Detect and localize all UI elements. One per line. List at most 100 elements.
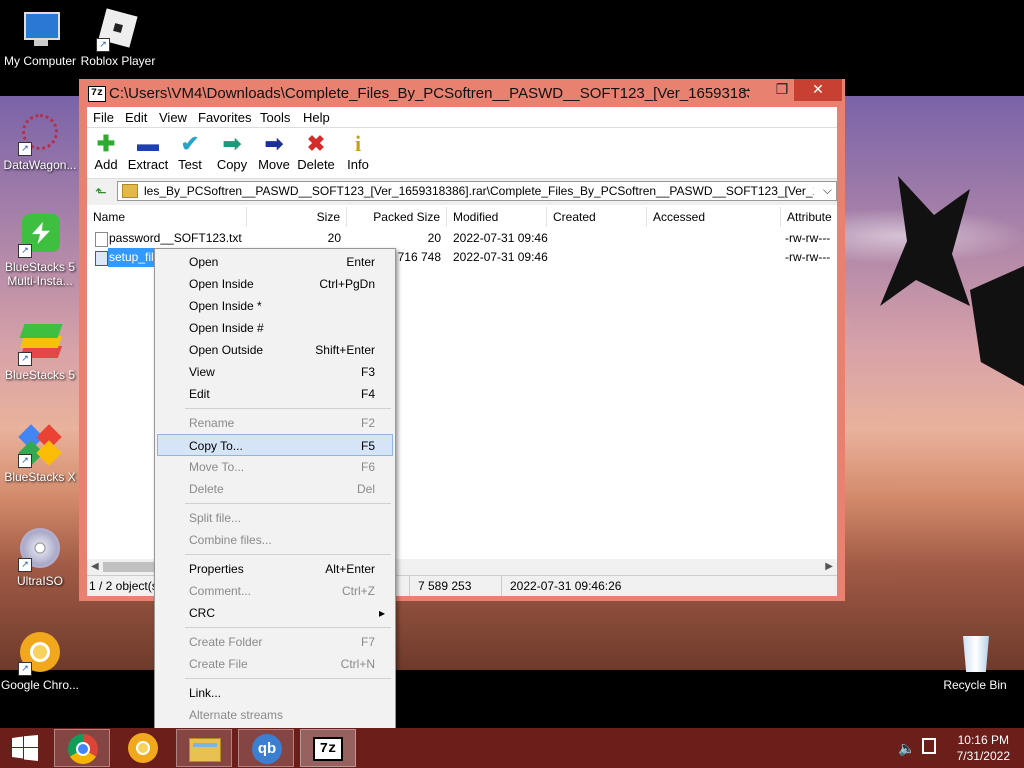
desktop-icon-roblox[interactable]: ↗ Roblox Player [78, 8, 158, 68]
file-modified: 2022-07-31 09:46 [453, 231, 548, 245]
taskbar-qbittorrent[interactable]: qb [238, 729, 294, 767]
menu-separator [185, 408, 391, 409]
add-button[interactable]: ✚ Add [83, 131, 129, 173]
menu-item-label: Comment... [189, 584, 252, 598]
desktop-icon-ultraiso[interactable]: ↗ UltraISO [0, 528, 80, 588]
menu-item-link[interactable]: Link... [157, 682, 393, 704]
menu-item-rename: Rename F2 [157, 412, 393, 434]
desktop-icon-bluestacks-5[interactable]: ↗ BlueStacks 5 [0, 322, 80, 382]
menu-item-open[interactable]: Open Enter [157, 251, 393, 273]
taskbar-chrome[interactable] [54, 729, 110, 767]
menu-item-copy-to[interactable]: Copy To... F5 [157, 434, 393, 456]
speaker-muted-icon[interactable]: 🔈 [898, 740, 915, 757]
wallpaper-rock [880, 176, 970, 306]
menu-separator [185, 503, 391, 504]
desktop-icon-bluestacks-multi[interactable]: ↗ BlueStacks 5 Multi-Insta... [0, 214, 80, 288]
up-folder-icon[interactable]: ⬑ [91, 183, 111, 201]
desktop-icon-label: UltraISO [16, 574, 63, 588]
menu-item-shortcut: Shift+Enter [315, 343, 375, 357]
column-header-packed-size[interactable]: Packed Size [347, 207, 447, 227]
column-header-attributes[interactable]: Attribute [781, 207, 837, 227]
status-selection: 1 / 2 object(s [89, 579, 158, 593]
menu-item-shortcut: F6 [360, 460, 375, 474]
copy-label: Copy [216, 157, 248, 172]
menu-tools[interactable]: Tools [260, 110, 290, 125]
file-modified: 2022-07-31 09:46 [453, 250, 548, 264]
taskbar: qb 7z 🔈 10:16 PM 7/31/2022 [0, 728, 1024, 768]
network-icon[interactable] [922, 738, 936, 754]
text-file-icon [95, 232, 108, 247]
menu-help[interactable]: Help [303, 110, 330, 125]
menu-favorites[interactable]: Favorites [198, 110, 251, 125]
table-row[interactable]: password__SOFT123.txt 20 20 2022-07-31 0… [87, 229, 837, 248]
menu-item-open-inside[interactable]: Open Inside Ctrl+PgDn [157, 273, 393, 295]
menu-item-open-inside-star[interactable]: Open Inside * [157, 295, 393, 317]
taskbar-chrome-canary[interactable] [115, 729, 171, 767]
7zip-app-icon[interactable]: 7z [88, 86, 106, 102]
desktop-icon-label: DataWagon... [3, 158, 77, 172]
menu-edit[interactable]: Edit [125, 110, 147, 125]
menu-item-open-inside-hash[interactable]: Open Inside # [157, 317, 393, 339]
desktop-icon-datawagon[interactable]: ↗ DataWagon... [0, 112, 80, 172]
menu-bar: File Edit View Favorites Tools Help [87, 107, 837, 128]
clock-date: 7/31/2022 [956, 749, 1010, 763]
scroll-right-arrow-icon[interactable]: ▶ [825, 559, 833, 575]
menu-file[interactable]: File [93, 110, 114, 125]
menu-item-label: Rename [189, 416, 235, 430]
status-size: 7 589 253 [409, 576, 471, 596]
move-arrow-icon: ➡ [264, 131, 284, 156]
menu-item-open-outside[interactable]: Open Outside Shift+Enter [157, 339, 393, 361]
desktop-icon-label: Roblox Player [80, 54, 156, 68]
taskbar-7zip[interactable]: 7z [300, 729, 356, 767]
desktop-icon-label: BlueStacks 5 Multi-Insta... [4, 260, 76, 288]
system-clock[interactable]: 10:16 PM 7/31/2022 [957, 732, 1010, 764]
desktop-icon-google-chrome[interactable]: ↗ Google Chro... [0, 632, 80, 692]
minimize-button[interactable]: – [729, 79, 763, 101]
column-header-created[interactable]: Created [547, 207, 647, 227]
plus-icon: ✚ [96, 131, 116, 156]
file-name: password__SOFT123.txt [109, 231, 242, 245]
menu-item-crc[interactable]: CRC ▸ [157, 602, 393, 624]
menu-item-create-folder: Create Folder F7 [157, 631, 393, 653]
title-bar[interactable]: 7z C:\Users\VM4\Downloads\Complete_Files… [79, 79, 845, 107]
scroll-left-arrow-icon[interactable]: ◀ [91, 559, 99, 575]
copy-button[interactable]: ➡ Copy [209, 132, 255, 173]
file-size: 20 [327, 231, 341, 245]
taskbar-file-explorer[interactable] [176, 729, 232, 767]
menu-item-properties[interactable]: Properties Alt+Enter [157, 558, 393, 580]
menu-item-label: Link... [189, 686, 222, 700]
move-button[interactable]: ➡ Move [251, 131, 297, 173]
path-text: les_By_PCSoftren__PASWD__SOFT123_[Ver_16… [144, 184, 814, 198]
column-header-name[interactable]: Name [87, 207, 247, 227]
menu-item-view[interactable]: View F3 [157, 361, 393, 383]
desktop-icon-bluestacks-x[interactable]: ↗ BlueStacks X [0, 424, 80, 484]
desktop-icon-label: Google Chro... [0, 678, 80, 692]
column-header-modified[interactable]: Modified [447, 207, 547, 227]
column-header-accessed[interactable]: Accessed [647, 207, 781, 227]
shortcut-arrow-icon: ↗ [18, 244, 32, 258]
desktop-icon-recycle-bin[interactable]: Recycle Bin [935, 632, 1015, 692]
delete-button[interactable]: ✖ Delete [293, 131, 339, 173]
start-button[interactable] [0, 729, 50, 767]
file-attributes: -rw-rw--- [785, 231, 831, 245]
extract-button[interactable]: ▬ Extract [125, 132, 171, 173]
menu-item-edit[interactable]: Edit F4 [157, 383, 393, 405]
menu-item-shortcut: Enter [346, 255, 375, 269]
chevron-down-icon[interactable]: ⌵ [823, 183, 832, 198]
menu-view[interactable]: View [159, 110, 187, 125]
file-name: setup_fil [108, 248, 155, 267]
close-button[interactable]: ✕ [794, 79, 842, 101]
clock-time: 10:16 PM [957, 733, 1009, 747]
cd-disc-icon: ↗ [18, 528, 62, 572]
desktop-icon-my-computer[interactable]: My Computer [0, 8, 80, 68]
column-header-size[interactable]: Size [247, 207, 347, 227]
path-field[interactable]: les_By_PCSoftren__PASWD__SOFT123_[Ver_16… [117, 181, 837, 201]
delete-x-icon: ✖ [306, 131, 326, 156]
menu-separator [185, 678, 391, 679]
add-label: Add [94, 157, 118, 172]
info-button[interactable]: i Info [335, 132, 381, 173]
shortcut-arrow-icon: ↗ [18, 454, 32, 468]
menu-item-shortcut: F7 [360, 635, 375, 649]
context-menu: Open Enter Open Inside Ctrl+PgDn Open Insi… [154, 248, 396, 729]
test-button[interactable]: ✔ Test [167, 132, 213, 173]
